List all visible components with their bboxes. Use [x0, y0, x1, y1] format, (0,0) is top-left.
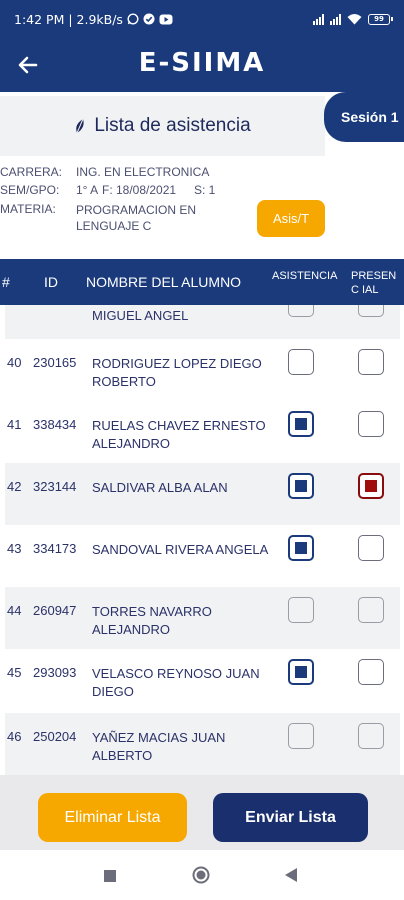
- student-name: RUELAS CHAVEZ ERNESTO ALEJANDRO: [92, 418, 266, 451]
- presencial-checkbox[interactable]: [358, 597, 384, 623]
- signal-icon: [313, 13, 324, 25]
- table-row: 43 334173 SANDOVAL RIVERA ANGELA: [5, 525, 400, 587]
- table-row: 42 323144 SALDIVAR ALBA ALAN: [5, 463, 400, 525]
- status-time: 1:42 PM | 2.9kB/s: [14, 11, 123, 27]
- presencial-checkbox[interactable]: [358, 659, 384, 685]
- page-title: Lista de asistencia: [94, 115, 251, 136]
- system-back-button[interactable]: [285, 868, 297, 887]
- presencial-checkbox[interactable]: [358, 723, 384, 749]
- wifi-icon: [347, 14, 362, 25]
- semgpo-label: SEM/GPO:: [0, 183, 60, 197]
- status-bar: 1:42 PM | 2.9kB/s 99: [0, 0, 404, 38]
- square-icon: [104, 870, 116, 882]
- row-number: 41: [7, 417, 22, 432]
- check-circle-icon: [143, 13, 155, 25]
- row-number: 45: [7, 665, 22, 680]
- leaf-icon: [76, 118, 84, 134]
- fecha-value: F: 18/08/2021: [102, 183, 177, 197]
- presencial-checkbox[interactable]: [358, 349, 384, 375]
- asistencia-checkbox[interactable]: [288, 411, 314, 437]
- battery-icon: 99: [368, 13, 393, 25]
- presencial-checkbox[interactable]: [358, 535, 384, 561]
- course-info: CARRERA: ING. EN ELECTRONICA SEM/GPO: 1°…: [0, 163, 404, 234]
- session-tab[interactable]: Sesión 1: [324, 92, 404, 142]
- student-id: 323144: [33, 479, 77, 494]
- header-num: #: [2, 274, 10, 290]
- app-logo: E-SIIMA: [138, 48, 266, 78]
- student-id: 334173: [33, 541, 77, 556]
- row-number: 40: [7, 355, 22, 370]
- student-name: SANDOVAL RIVERA ANGELA: [92, 542, 269, 557]
- signal-icon-2: [330, 13, 341, 25]
- row-number: 42: [7, 479, 22, 494]
- asistencia-checkbox[interactable]: [288, 535, 314, 561]
- table-row: 46 250204 YAÑEZ MACIAS JUAN ALBERTO: [5, 713, 400, 775]
- recents-button[interactable]: [104, 869, 116, 887]
- home-button[interactable]: [192, 866, 210, 889]
- student-name: MIGUEL ANGEL: [92, 308, 189, 323]
- student-list[interactable]: MIGUEL ANGEL 40 230165 RODRIGUEZ LOPEZ D…: [5, 305, 400, 775]
- student-name: SALDIVAR ALBA ALAN: [92, 480, 228, 495]
- carrera-value: ING. EN ELECTRONICA: [76, 165, 210, 179]
- table-row: 41 338434 RUELAS CHAVEZ ERNESTO ALEJANDR…: [5, 401, 400, 463]
- presencial-checkbox[interactable]: [358, 305, 384, 317]
- asistencia-checkbox[interactable]: [288, 473, 314, 499]
- carrera-label: CARRERA:: [0, 165, 63, 179]
- table-row: MIGUEL ANGEL: [5, 305, 400, 339]
- presencial-checkbox[interactable]: [358, 411, 384, 437]
- asistencia-checkbox[interactable]: [288, 723, 314, 749]
- table-header: # ID NOMBRE DEL ALUMNO ASISTENCIA PRESEN…: [0, 259, 404, 305]
- materia-label: MATERIA:: [0, 202, 56, 216]
- asistencia-checkbox[interactable]: [288, 305, 314, 317]
- student-name: YAÑEZ MACIAS JUAN ALBERTO: [92, 730, 226, 763]
- system-nav-bar: [0, 850, 404, 900]
- send-list-button[interactable]: Enviar Lista: [213, 793, 368, 842]
- student-id: 293093: [33, 665, 77, 680]
- table-row: 44 260947 TORRES NAVARRO ALEJANDRO: [5, 587, 400, 649]
- circle-icon: [192, 866, 210, 884]
- triangle-left-icon: [285, 868, 297, 882]
- asis-t-button[interactable]: Asis/T: [257, 200, 325, 237]
- header-presencial: PRESENC IAL: [351, 270, 397, 296]
- youtube-icon: [159, 14, 173, 24]
- title-card: Lista de asistencia: [0, 96, 325, 156]
- presencial-checkbox[interactable]: [358, 473, 384, 499]
- student-name: RODRIGUEZ LOPEZ DIEGO ROBERTO: [92, 356, 262, 389]
- student-id: 338434: [33, 417, 77, 432]
- header-asistencia: ASISTENCIA: [272, 270, 338, 282]
- student-id: 250204: [33, 729, 77, 744]
- row-number: 46: [7, 729, 22, 744]
- asistencia-checkbox[interactable]: [288, 659, 314, 685]
- asistencia-checkbox[interactable]: [288, 349, 314, 375]
- semgpo-value: 1° A: [76, 183, 99, 197]
- table-row: 45 293093 VELASCO REYNOSO JUAN DIEGO: [5, 649, 400, 711]
- student-id: 260947: [33, 603, 77, 618]
- header-id: ID: [44, 274, 58, 290]
- delete-list-button[interactable]: Eliminar Lista: [38, 793, 187, 842]
- app-bar: E-SIIMA: [0, 38, 404, 92]
- student-name: TORRES NAVARRO ALEJANDRO: [92, 604, 212, 637]
- whatsapp-icon: [127, 13, 139, 25]
- row-number: 44: [7, 603, 22, 618]
- student-id: 230165: [33, 355, 77, 370]
- table-row: 40 230165 RODRIGUEZ LOPEZ DIEGO ROBERTO: [5, 339, 400, 401]
- sesion-value: S: 1: [194, 183, 216, 197]
- materia-value: PROGRAMACION EN LENGUAJE C: [76, 203, 197, 233]
- row-number: 43: [7, 541, 22, 556]
- student-name: VELASCO REYNOSO JUAN DIEGO: [92, 666, 260, 699]
- asistencia-checkbox[interactable]: [288, 597, 314, 623]
- header-name: NOMBRE DEL ALUMNO: [86, 274, 242, 290]
